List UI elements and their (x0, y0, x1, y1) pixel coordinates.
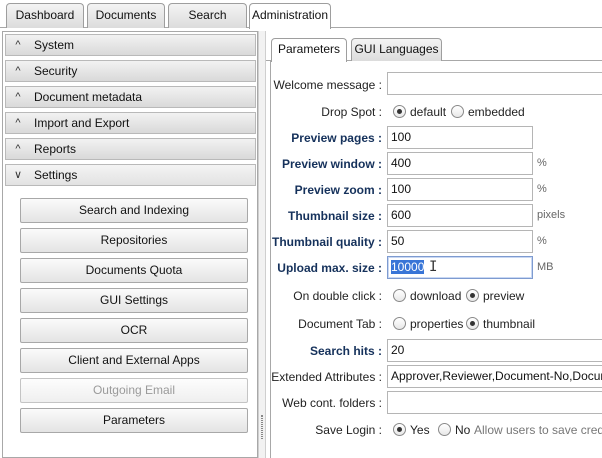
thumbnail-quality-input[interactable]: 50 (387, 230, 533, 253)
sub-tab-bar: Parameters GUI Languages (266, 31, 602, 62)
drop-spot-embedded-label: embedded (468, 105, 525, 119)
tab-documents[interactable]: Documents (87, 3, 165, 28)
thumbnail-size-input[interactable]: 600 (387, 204, 533, 227)
web-cont-folders-label: Web cont. folders : (282, 396, 382, 410)
panel-splitter[interactable] (258, 31, 266, 458)
drop-spot-default-radio[interactable] (393, 105, 406, 118)
section-system[interactable]: ^ System (5, 34, 256, 56)
chevron-up-icon: ^ (15, 143, 21, 155)
welcome-message-input[interactable] (387, 72, 602, 95)
tab-dashboard[interactable]: Dashboard (6, 3, 84, 28)
save-login-hint: Allow users to save crede (474, 423, 602, 437)
upload-max-size-label: Upload max. size : (277, 261, 382, 275)
documents-quota-button[interactable]: Documents Quota (20, 258, 248, 283)
preview-zoom-label: Preview zoom : (294, 183, 382, 197)
tab-parameters[interactable]: Parameters (271, 38, 347, 62)
section-label: System (34, 38, 75, 52)
preview-zoom-unit: % (537, 183, 547, 195)
thumbnail-quality-unit: % (537, 235, 547, 247)
upload-max-size-value: 10000 (391, 260, 425, 274)
settings-menu: Search and Indexing Repositories Documen… (5, 195, 256, 457)
tab-administration[interactable]: Administration (249, 3, 331, 29)
welcome-message-label: Welcome message : (273, 78, 383, 92)
double-click-preview-label: preview (483, 289, 525, 303)
chevron-up-icon: ^ (15, 117, 21, 129)
double-click-download-label: download (410, 289, 462, 303)
outgoing-email-button: Outgoing Email (20, 378, 248, 403)
save-login-label: Save Login : (315, 423, 382, 437)
drop-spot-embedded-radio[interactable] (451, 105, 464, 118)
drop-spot-label: Drop Spot : (321, 105, 382, 119)
section-import-export[interactable]: ^ Import and Export (5, 112, 256, 134)
chevron-up-icon: ^ (15, 65, 21, 77)
section-label: Document metadata (34, 90, 143, 104)
text-cursor-icon: I (429, 259, 438, 275)
save-login-no-radio[interactable] (438, 423, 451, 436)
upload-max-size-input[interactable]: 10000 (387, 256, 533, 279)
chevron-up-icon: ^ (15, 91, 21, 103)
chevron-down-icon: ∨ (13, 169, 23, 181)
preview-pages-input[interactable]: 100 (387, 126, 533, 149)
ocr-button[interactable]: OCR (20, 318, 248, 343)
preview-zoom-input[interactable]: 100 (387, 178, 533, 201)
upload-max-size-unit: MB (537, 261, 554, 273)
splitter-grip-icon[interactable] (261, 415, 263, 439)
section-label: Settings (34, 168, 78, 182)
document-tab-properties-label: properties (410, 317, 464, 331)
section-settings[interactable]: ∨ Settings (5, 164, 256, 186)
gui-settings-button[interactable]: GUI Settings (20, 288, 248, 313)
document-tab-thumbnail-label: thumbnail (483, 317, 536, 331)
extended-attributes-input[interactable]: Approver,Reviewer,Document-No,Document (387, 365, 602, 388)
preview-window-label: Preview window : (281, 157, 382, 171)
search-indexing-button[interactable]: Search and Indexing (20, 198, 248, 223)
preview-window-input[interactable]: 400 (387, 152, 533, 175)
thumbnail-quality-label: Thumbnail quality : (272, 235, 382, 249)
parameters-form: Welcome message : Drop Spot : default em… (270, 61, 602, 458)
preview-pages-label: Preview pages : (291, 131, 382, 145)
search-hits-label: Search hits : (309, 344, 382, 358)
section-label: Import and Export (34, 116, 130, 130)
client-external-apps-button[interactable]: Client and External Apps (20, 348, 248, 373)
chevron-up-icon: ^ (15, 39, 21, 51)
thumbnail-size-label: Thumbnail size : (287, 209, 382, 223)
section-label: Security (34, 64, 78, 78)
web-cont-folders-input[interactable] (387, 391, 602, 414)
preview-window-unit: % (537, 157, 547, 169)
document-tab-thumbnail-radio[interactable] (466, 317, 479, 330)
double-click-download-radio[interactable] (393, 289, 406, 302)
save-login-yes-label: Yes (410, 423, 430, 437)
save-login-no-label: No (455, 423, 471, 437)
document-tab-label: Document Tab : (298, 317, 382, 331)
extended-attributes-label: Extended Attributes : (271, 370, 382, 384)
section-label: Reports (34, 142, 77, 156)
parameters-panel: Parameters GUI Languages Welcome message… (266, 31, 602, 458)
double-click-preview-radio[interactable] (466, 289, 479, 302)
tab-search[interactable]: Search (168, 3, 247, 28)
save-login-yes-radio[interactable] (393, 423, 406, 436)
admin-sidebar: ^ System ^ Security ^ Document metadata … (2, 31, 258, 458)
section-reports[interactable]: ^ Reports (5, 138, 256, 160)
repositories-button[interactable]: Repositories (20, 228, 248, 253)
tab-gui-languages[interactable]: GUI Languages (351, 38, 442, 61)
on-double-click-label: On double click : (293, 289, 382, 303)
parameters-button[interactable]: Parameters (20, 408, 248, 433)
section-security[interactable]: ^ Security (5, 60, 256, 82)
main-tab-bar: Dashboard Documents Search Administratio… (0, 0, 602, 29)
section-document-metadata[interactable]: ^ Document metadata (5, 86, 256, 108)
thumbnail-size-unit: pixels (537, 209, 566, 221)
document-tab-properties-radio[interactable] (393, 317, 406, 330)
search-hits-input[interactable]: 20 (387, 339, 602, 362)
drop-spot-default-label: default (410, 105, 447, 119)
